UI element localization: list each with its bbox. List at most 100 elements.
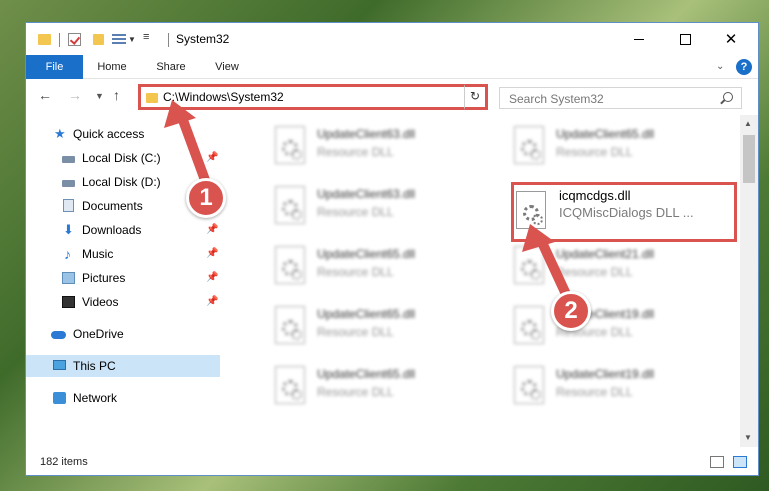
navigation-pane: ★ Quick access Local Disk (C:) 📌 Local D… <box>26 115 222 447</box>
folder-icon <box>146 93 158 103</box>
status-bar: 182 items <box>26 447 758 475</box>
scroll-down-icon[interactable]: ▼ <box>744 433 752 442</box>
recent-locations-chevron-icon[interactable]: ▼ <box>95 91 104 101</box>
tab-home[interactable]: Home <box>87 55 137 79</box>
forward-arrow-icon[interactable]: → <box>68 87 82 103</box>
dll-file-icon <box>275 366 305 404</box>
customize-toolbar-icon[interactable] <box>112 34 126 46</box>
minimize-button[interactable] <box>616 23 662 55</box>
sidebar-item-label: Documents <box>82 199 143 213</box>
pin-icon[interactable]: 📌 <box>206 147 218 169</box>
file-tile[interactable]: UpdateClient65.dll Resource DLL <box>486 119 716 171</box>
file-type: Resource DLL <box>317 325 394 339</box>
file-type: Resource DLL <box>556 385 633 399</box>
music-icon: ♪ <box>64 246 71 262</box>
file-type: ICQMiscDialogs DLL ... <box>559 205 694 220</box>
title-bar: ▼ ≡ System32 ✕ <box>26 23 758 55</box>
tab-share[interactable]: Share <box>146 55 196 79</box>
dll-file-icon <box>514 126 544 164</box>
file-tile[interactable]: UpdateClient21.dll Resource DLL <box>486 239 716 291</box>
help-icon[interactable]: ? <box>736 59 752 75</box>
up-arrow-icon[interactable]: ↑ <box>113 87 120 103</box>
quick-access-toolbar-menu-icon[interactable]: ≡ <box>143 31 149 47</box>
sidebar-item-music[interactable]: ♪ Music 📌 <box>26 243 220 265</box>
dll-file-icon <box>275 126 305 164</box>
dll-file-icon <box>275 306 305 344</box>
window-title: System32 <box>176 32 230 46</box>
scroll-up-icon[interactable]: ▲ <box>744 119 752 128</box>
file-tile[interactable]: UpdateClient65.dll Resource DLL <box>247 359 477 411</box>
dll-file-icon <box>275 186 305 224</box>
pin-icon[interactable]: 📌 <box>206 219 218 241</box>
sidebar-item-label: Local Disk (D:) <box>82 175 161 189</box>
new-folder-icon[interactable] <box>93 34 104 45</box>
cloud-icon <box>51 331 66 339</box>
sidebar-item-onedrive[interactable]: OneDrive <box>26 323 220 345</box>
video-icon <box>62 296 75 308</box>
file-type: Resource DLL <box>556 265 633 279</box>
search-box[interactable]: Search System32 <box>499 87 742 109</box>
sidebar-item-pictures[interactable]: Pictures 📌 <box>26 267 220 289</box>
sidebar-item-quick-access[interactable]: ★ Quick access <box>26 123 220 145</box>
divider <box>168 33 169 47</box>
sidebar-item-downloads[interactable]: ⬇ Downloads 📌 <box>26 219 220 241</box>
documents-icon <box>63 199 74 212</box>
search-icon[interactable] <box>723 92 733 102</box>
sidebar-item-network[interactable]: Network <box>26 387 220 409</box>
file-name: UpdateClient63.dll <box>317 187 416 201</box>
address-path[interactable]: C:\Windows\System32 <box>163 90 284 104</box>
file-tile[interactable]: UpdateClient19.dll Resource DLL <box>486 359 716 411</box>
file-tile[interactable]: UpdateClient63.dll Resource DLL <box>247 119 477 171</box>
sidebar-item-label: Music <box>82 247 114 261</box>
download-icon: ⬇ <box>63 222 74 237</box>
sidebar-item-label: Pictures <box>82 271 126 285</box>
dll-file-icon <box>514 306 544 344</box>
file-tile[interactable]: UpdateClient63.dll Resource DLL <box>247 179 477 231</box>
pin-icon[interactable]: 📌 <box>206 243 218 265</box>
sidebar-item-local-disk-c[interactable]: Local Disk (C:) 📌 <box>26 147 220 169</box>
sidebar-item-videos[interactable]: Videos 📌 <box>26 291 220 313</box>
navigation-bar: ← → ▼ ↑ C:\Windows\System32 ⌄ ↻ Search S… <box>26 79 758 115</box>
file-type: Resource DLL <box>317 205 394 219</box>
file-tile[interactable]: UpdateClient65.dll Resource DLL <box>247 299 477 351</box>
pin-icon[interactable]: 📌 <box>206 267 218 289</box>
pin-icon[interactable]: 📌 <box>206 291 218 313</box>
maximize-button[interactable] <box>662 23 708 55</box>
file-type: Resource DLL <box>317 265 394 279</box>
file-name: UpdateClient65.dll <box>556 127 655 141</box>
file-name: UpdateClient63.dll <box>317 127 416 141</box>
tab-file[interactable]: File <box>26 55 83 79</box>
large-icons-view-icon[interactable] <box>733 456 747 468</box>
computer-icon <box>53 360 66 370</box>
sidebar-item-label: Downloads <box>82 223 142 237</box>
close-button[interactable]: ✕ <box>708 23 754 55</box>
details-view-icon[interactable] <box>710 456 724 468</box>
address-bar[interactable]: C:\Windows\System32 ⌄ <box>138 84 486 110</box>
sidebar-item-this-pc[interactable]: This PC <box>26 355 220 377</box>
file-name: UpdateClient65.dll <box>317 247 416 261</box>
back-arrow-icon[interactable]: ← <box>38 87 52 103</box>
expand-ribbon-icon[interactable]: ⌄ <box>716 61 724 72</box>
chevron-down-icon[interactable]: ▼ <box>128 35 136 51</box>
tab-view[interactable]: View <box>202 55 252 79</box>
file-name: UpdateClient21.dll <box>556 247 655 261</box>
file-tile-icqmcdgs[interactable]: icqmcdgs.dll ICQMiscDialogs DLL ... <box>511 182 737 242</box>
properties-check-icon[interactable] <box>68 33 81 46</box>
divider <box>59 33 60 47</box>
dll-file-icon <box>514 366 544 404</box>
search-input[interactable]: Search System32 <box>509 92 604 106</box>
file-list: UpdateClient63.dll Resource DLL UpdateCl… <box>222 115 740 447</box>
network-icon <box>53 392 66 404</box>
refresh-button[interactable]: ↻ <box>464 84 488 110</box>
file-tile[interactable]: UpdateClient65.dll Resource DLL <box>247 239 477 291</box>
file-name: icqmcdgs.dll <box>559 188 631 203</box>
file-type: Resource DLL <box>556 145 633 159</box>
file-name: UpdateClient19.dll <box>556 367 655 381</box>
vertical-scrollbar[interactable]: ▲ ▼ <box>740 115 758 447</box>
ribbon-tabs: File Home Share View ⌄ ? <box>26 55 758 79</box>
star-icon: ★ <box>54 126 66 141</box>
file-tile[interactable]: UpdateClient19.dll Resource DLL <box>486 299 716 351</box>
file-name: UpdateClient65.dll <box>317 307 416 321</box>
dll-file-icon <box>275 246 305 284</box>
scrollbar-thumb[interactable] <box>743 135 755 183</box>
